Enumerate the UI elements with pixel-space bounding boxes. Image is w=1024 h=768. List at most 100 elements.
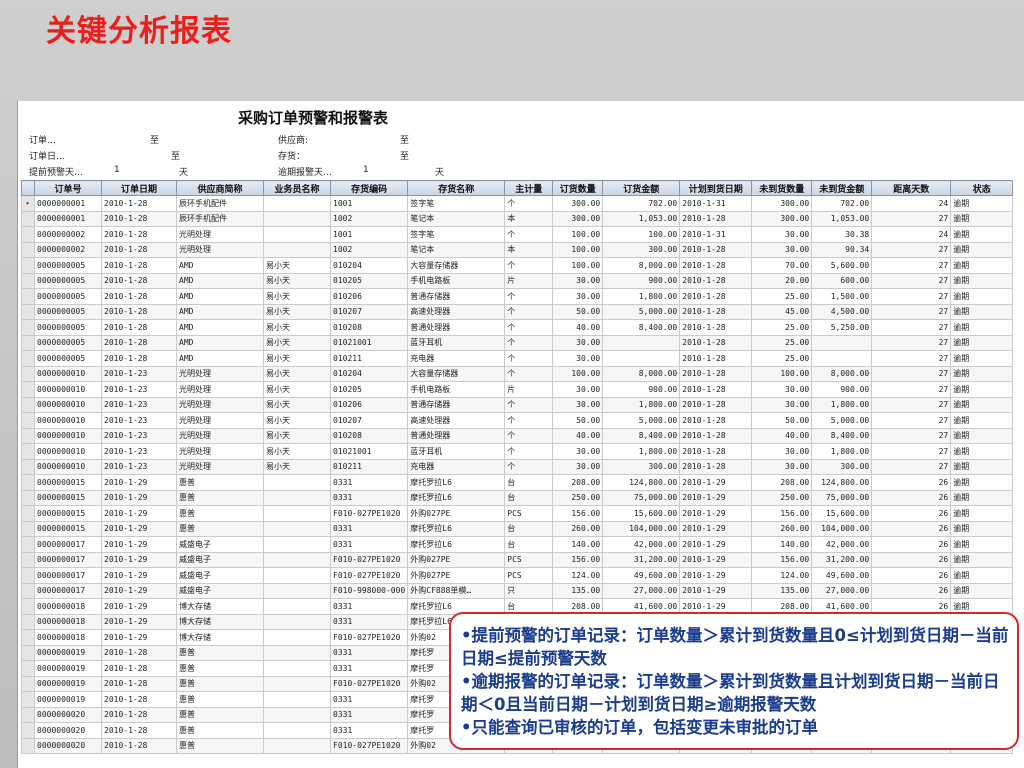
cell-salesperson: 易小天 — [263, 303, 331, 320]
table-row[interactable]: 0000000005 2010-1-28 AMD 易小天 010207 高速处理器个 50.… — [21, 303, 1014, 320]
row-selector[interactable] — [21, 520, 35, 537]
row-selector[interactable] — [21, 551, 35, 568]
row-selector[interactable] — [21, 505, 35, 522]
table-row[interactable]: 0000000010 2010-1-23 光明处理 易小天 010206 普通存储器个 30… — [21, 396, 1014, 413]
table-row[interactable]: 0000000001 2010-1-28 辰环手机配件 1002 笔记本本 300.00 1… — [21, 210, 1014, 227]
table-row[interactable]: 0000000017 2010-1-29 威盛电子 F010-998000-000 外购… — [21, 582, 1014, 599]
table-row[interactable]: 0000000010 2010-1-23 光明处理 易小天 010205 手机电路板片 30… — [21, 381, 1014, 398]
row-selector[interactable] — [21, 737, 35, 754]
table-row[interactable]: 0000000010 2010-1-23 光明处理 易小天 010207 高速处理器个 50… — [21, 412, 1014, 429]
cell-order-no: 0000000005 — [34, 303, 102, 320]
row-selector[interactable] — [21, 644, 35, 661]
row-selector[interactable] — [21, 458, 35, 475]
table-row[interactable]: 0000000010 2010-1-23 光明处理 易小天 010208 普通处理器个 40… — [21, 427, 1014, 444]
row-selector[interactable] — [21, 706, 35, 723]
cell-item-code: F010-027PE1020 — [329, 505, 409, 522]
row-selector[interactable] — [21, 365, 35, 382]
cell-order-date: 2010-1-23 — [101, 427, 177, 444]
table-row[interactable]: 0000000010 2010-1-23 光明处理 易小天 010204 大容量存储器个 1… — [21, 365, 1014, 382]
column-header-item-code[interactable]: 存货编码 — [329, 180, 409, 196]
row-selector[interactable] — [21, 319, 35, 336]
column-header-salesperson[interactable]: 业务员名称 — [263, 180, 331, 196]
row-selector[interactable] — [21, 443, 35, 460]
cell-supplier: AMD — [176, 288, 264, 305]
row-selector[interactable]: ▸ — [21, 195, 35, 212]
column-header-pending-amount[interactable]: 未到货金额 — [811, 180, 873, 196]
cell-supplier: 惠普 — [176, 691, 264, 708]
cell-order-no: 0000000020 — [34, 706, 102, 723]
row-selector[interactable] — [21, 691, 35, 708]
cell-pending-amount: 49,600.00 — [811, 567, 873, 584]
table-row[interactable]: 0000000002 2010-1-28 光明处理 1001 签字笔个 100.00 100… — [21, 226, 1014, 243]
row-selector[interactable] — [21, 629, 35, 646]
cell-pending-amount: 1,800.00 — [811, 443, 873, 460]
row-selector[interactable] — [21, 412, 35, 429]
column-header-pending-qty[interactable]: 未到货数量 — [751, 180, 813, 196]
column-header-sel[interactable] — [21, 180, 35, 196]
cell-order-qty: 30.00 — [552, 350, 604, 367]
row-selector[interactable] — [21, 396, 35, 413]
cell-order-qty: 300.00 — [552, 210, 604, 227]
cell-order-amount: 300.00 — [602, 241, 681, 258]
table-row[interactable]: 0000000010 2010-1-23 光明处理 易小天 01021001 蓝牙耳机个 3… — [21, 443, 1014, 460]
row-selector[interactable] — [21, 582, 35, 599]
row-selector[interactable] — [21, 334, 35, 351]
table-row[interactable]: 0000000015 2010-1-29 惠普 F010-027PE1020 外购027… — [21, 505, 1014, 522]
cell-order-date: 2010-1-23 — [101, 443, 177, 460]
column-header-unit[interactable]: 主计量 — [504, 180, 554, 196]
column-header-order-date[interactable]: 订单日期 — [101, 180, 177, 196]
row-selector[interactable] — [21, 660, 35, 677]
column-header-supplier[interactable]: 供应商简称 — [176, 180, 264, 196]
row-selector[interactable] — [21, 474, 35, 491]
table-row[interactable]: 0000000005 2010-1-28 AMD 易小天 010206 普通存储器个 30.… — [21, 288, 1014, 305]
table-row[interactable]: 0000000017 2010-1-29 威盛电子 0331 摩托罗拉L6 台 140.00… — [21, 536, 1014, 553]
row-selector[interactable] — [21, 257, 35, 274]
column-header-order-amount[interactable]: 订货金额 — [602, 180, 681, 196]
cell-item-code: 010211 — [329, 458, 409, 475]
cell-days: 27 — [871, 257, 952, 274]
cell-order-qty: 156.00 — [552, 505, 604, 522]
table-row[interactable]: 0000000005 2010-1-28 AMD 易小天 010208 普通处理器个 40.… — [21, 319, 1014, 336]
row-selector[interactable] — [21, 350, 35, 367]
cell-pending-qty: 208.00 — [751, 474, 813, 491]
table-row[interactable]: 0000000005 2010-1-28 AMD 易小天 01021001 蓝牙耳机个 30… — [21, 334, 1014, 351]
table-row[interactable]: 0000000005 2010-1-28 AMD 易小天 010211 充电器个 30.00… — [21, 350, 1014, 367]
filter-overdue-value[interactable]: 1 — [363, 165, 369, 175]
filter-advance-value[interactable]: 1 — [114, 165, 120, 175]
table-row[interactable]: 0000000005 2010-1-28 AMD 易小天 010205 手机电路板片 30.… — [21, 272, 1014, 289]
row-selector[interactable] — [21, 303, 35, 320]
row-selector[interactable] — [21, 272, 35, 289]
row-selector[interactable] — [21, 536, 35, 553]
row-selector[interactable] — [21, 241, 35, 258]
column-header-order-qty[interactable]: 订货数量 — [552, 180, 604, 196]
row-selector[interactable] — [21, 210, 35, 227]
row-selector[interactable] — [21, 226, 35, 243]
row-selector[interactable] — [21, 381, 35, 398]
row-selector[interactable] — [21, 675, 35, 692]
row-selector[interactable] — [21, 613, 35, 630]
table-row[interactable]: ▸ 0000000001 2010-1-28 辰环手机配件 1001 签字笔个 300.00… — [21, 195, 1014, 212]
column-header-item-name[interactable]: 存货名称 — [407, 180, 506, 196]
cell-item-name: 高速处理器 — [407, 303, 506, 320]
column-header-order-no[interactable]: 订单号 — [34, 180, 102, 196]
table-row[interactable]: 0000000005 2010-1-28 AMD 易小天 010204 大容量存储器个 10… — [21, 257, 1014, 274]
row-selector[interactable] — [21, 288, 35, 305]
table-row[interactable]: 0000000015 2010-1-29 惠普 0331 摩托罗拉L6 台 208.00 12… — [21, 474, 1014, 491]
row-selector[interactable] — [21, 567, 35, 584]
table-row[interactable]: 0000000002 2010-1-28 光明处理 1002 笔记本本 100.00 300… — [21, 241, 1014, 258]
table-header-row: 订单号 订单日期 供应商简称 业务员名称 存货编码 存货名称 主计量 订货数量 订货金额 计划到货… — [21, 180, 1014, 196]
row-selector[interactable] — [21, 598, 35, 615]
table-row[interactable]: 0000000010 2010-1-23 光明处理 易小天 010211 充电器个 30.0… — [21, 458, 1014, 475]
column-header-status[interactable]: 状态 — [950, 180, 1014, 196]
column-header-days[interactable]: 距离天数 — [871, 180, 952, 196]
cell-order-qty: 40.00 — [552, 427, 604, 444]
row-selector[interactable] — [21, 722, 35, 739]
column-header-planned-date[interactable]: 计划到货日期 — [679, 180, 753, 196]
table-row[interactable]: 0000000017 2010-1-29 威盛电子 F010-027PE1020 外购0… — [21, 551, 1014, 568]
cell-status: 逾期 — [950, 195, 1014, 212]
table-row[interactable]: 0000000015 2010-1-29 惠普 0331 摩托罗拉L6 台 250.00 75… — [21, 489, 1014, 506]
row-selector[interactable] — [21, 489, 35, 506]
table-row[interactable]: 0000000017 2010-1-29 威盛电子 F010-027PE1020 外购0… — [21, 567, 1014, 584]
row-selector[interactable] — [21, 427, 35, 444]
table-row[interactable]: 0000000015 2010-1-29 惠普 0331 摩托罗拉L6 台 260.00 10… — [21, 520, 1014, 537]
